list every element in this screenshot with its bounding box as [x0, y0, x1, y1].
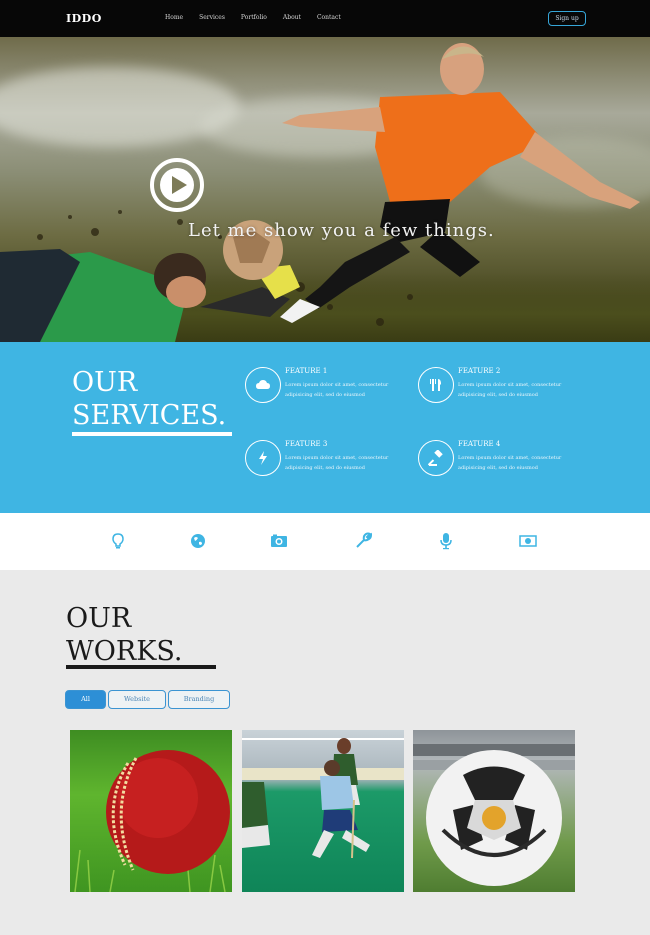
signup-button[interactable]: Sign up	[548, 11, 586, 26]
works-heading-line1: OUR	[66, 603, 132, 634]
work-item-soccer[interactable]	[413, 730, 575, 892]
nav-link-portfolio[interactable]: Portfolio	[241, 14, 267, 21]
feature-title: FEATURE 4	[458, 440, 501, 448]
lightbulb-icon[interactable]	[109, 532, 127, 550]
feature-2: FEATURE 2 Lorem ipsum dolor sit amet, co…	[418, 367, 588, 412]
works-heading: OUR WORKS.	[66, 602, 183, 668]
feature-text: Lorem ipsum dolor sit amet, consectetur …	[285, 455, 389, 471]
nav-link-home[interactable]: Home	[165, 14, 183, 21]
feature-title: FEATURE 1	[285, 367, 328, 375]
feature-text: Lorem ipsum dolor sit amet, consectetur …	[285, 382, 389, 398]
services-heading-line1: OUR	[72, 367, 138, 398]
lightning-icon	[245, 440, 281, 476]
hero-players-illustration	[0, 43, 640, 342]
work-item-cricket[interactable]	[70, 730, 232, 892]
microphone-icon[interactable]	[437, 532, 455, 550]
icon-bar	[0, 513, 650, 570]
nav-link-about[interactable]: About	[283, 14, 301, 21]
feature-title: FEATURE 2	[458, 367, 501, 375]
services-underline	[72, 432, 232, 436]
feature-1: FEATURE 1 Lorem ipsum dolor sit amet, co…	[245, 367, 415, 412]
top-navbar: IDDO Home Services Portfolio About Conta…	[0, 0, 650, 37]
work-item-hockey[interactable]	[242, 730, 404, 892]
works-heading-line2: WORKS.	[66, 636, 183, 667]
feature-text: Lorem ipsum dolor sit amet, consectetur …	[458, 382, 562, 398]
wrench-icon[interactable]	[354, 532, 372, 550]
gavel-icon	[418, 440, 454, 476]
main-menu: Home Services Portfolio About Contact	[165, 14, 357, 21]
soccer-ball-image	[413, 744, 575, 886]
hero-tagline: Let me show you a few things.	[188, 220, 495, 241]
site-logo[interactable]: IDDO	[66, 12, 102, 25]
services-heading-line2: SERVICES.	[72, 400, 227, 431]
services-heading: OUR SERVICES.	[72, 366, 226, 432]
feature-title: FEATURE 3	[285, 440, 328, 448]
feature-3: FEATURE 3 Lorem ipsum dolor sit amet, co…	[245, 440, 415, 485]
works-underline	[66, 665, 216, 669]
nav-link-services[interactable]: Services	[199, 14, 225, 21]
globe-icon[interactable]	[189, 532, 207, 550]
feature-4: FEATURE 4 Lorem ipsum dolor sit amet, co…	[418, 440, 588, 485]
filter-branding-button[interactable]: Branding	[168, 690, 230, 709]
money-icon[interactable]	[519, 532, 537, 550]
services-section: OUR SERVICES. FEATURE 1 Lorem ipsum dolo…	[0, 342, 650, 513]
play-video-icon[interactable]	[149, 157, 205, 213]
portfolio-filters: All Website Branding	[65, 690, 232, 709]
cricket-ball-image	[74, 750, 230, 892]
hero-banner: Let me show you a few things.	[0, 37, 650, 342]
filter-all-button[interactable]: All	[65, 690, 106, 709]
camera-icon[interactable]	[270, 532, 288, 550]
nav-link-contact[interactable]: Contact	[317, 14, 341, 21]
fork-knife-icon	[418, 367, 454, 403]
feature-text: Lorem ipsum dolor sit amet, consectetur …	[458, 455, 562, 471]
cloud-icon	[245, 367, 281, 403]
field-hockey-image	[242, 738, 404, 859]
filter-website-button[interactable]: Website	[108, 690, 166, 709]
